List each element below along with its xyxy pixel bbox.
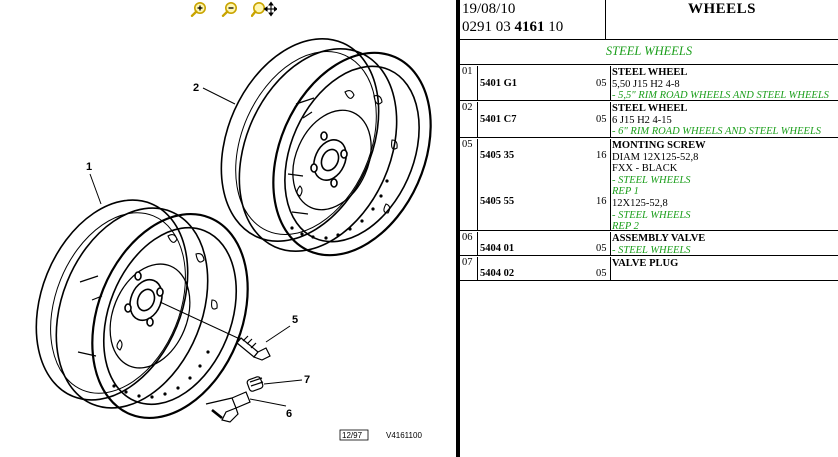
zoom-out-button[interactable]: [221, 1, 239, 18]
callout-6: 6: [286, 408, 292, 420]
part-reference[interactable]: 5404 02: [480, 268, 514, 279]
part-reference[interactable]: 5404 01: [480, 243, 514, 254]
part-description: ASSEMBLY VALVE - STEEL WHEELS: [612, 233, 705, 256]
row-number: 07: [462, 257, 473, 268]
part-name: VALVE PLUG: [612, 258, 679, 269]
parts-list-pane: 19/08/10 0291 03 4161 10 WHEELS STEEL WH…: [460, 0, 838, 457]
part-spec: 5,50 J15 H2 4-8: [612, 78, 680, 90]
wheel-exploded-drawing: 1 2 5 6 7 12/97 V4161100: [35, 38, 432, 441]
magnifier-minus-icon: [221, 2, 237, 18]
header-date: 19/08/10: [462, 1, 516, 17]
section-title: STEEL WHEELS: [605, 44, 693, 58]
callout-2: 2: [193, 82, 199, 94]
part-name: STEEL WHEEL: [612, 103, 688, 114]
sheet-ref: 12/97: [342, 431, 363, 440]
part-rep: REP 1: [612, 186, 639, 198]
magnifier-plus-icon: [190, 2, 206, 18]
part-name: ASSEMBLY VALVE: [612, 233, 706, 244]
part-spec: DIAM 12X125-52,8: [612, 151, 699, 163]
row-number: 02: [462, 102, 473, 113]
callout-7: 7: [304, 374, 310, 386]
header-reference: 0291 03 4161 10: [462, 19, 563, 36]
part-quantity: 05: [596, 243, 607, 254]
callout-5: 5: [292, 314, 298, 326]
drawing-code: V4161100: [386, 431, 422, 440]
part-application: - STEEL WHEELS: [612, 244, 691, 256]
part-spec-alt: 12X125-52,8: [612, 197, 668, 209]
part-application: - 5,5" RIM ROAD WHEELS AND STEEL WHEELS: [612, 90, 829, 102]
header-ref-bold: 4161: [514, 19, 545, 35]
magnifier-move-icon: [250, 1, 278, 18]
part-description: MONTING SCREW DIAM 12X125-52,8 FXX - BLA…: [612, 140, 706, 233]
zoom-in-button[interactable]: [190, 1, 208, 18]
part-quantity: 05: [596, 78, 607, 89]
header-ref-suffix: 10: [544, 19, 564, 35]
parts-row[interactable]: 06 5404 01 05 ASSEMBLY VALVE - STEEL WHE…: [460, 232, 838, 256]
part-quantity: 05: [596, 114, 607, 125]
part-description: STEEL WHEEL 5,50 J15 H2 4-8 - 5,5" RIM R…: [612, 67, 829, 102]
part-name: STEEL WHEEL: [612, 67, 688, 78]
part-finish: FXX - BLACK: [612, 163, 678, 175]
part-description: VALVE PLUG: [612, 258, 678, 270]
part-application: - STEEL WHEELS: [612, 174, 691, 186]
part-reference[interactable]: 5401 G1: [480, 78, 517, 89]
part-reference[interactable]: 5405 35: [480, 150, 514, 161]
parts-row[interactable]: 07 5404 02 05 VALVE PLUG: [460, 257, 838, 281]
part-reference-alt[interactable]: 5405 55: [480, 196, 514, 207]
row-number: 05: [462, 139, 473, 150]
part-name: MONTING SCREW: [612, 140, 706, 151]
part-reference[interactable]: 5401 C7: [480, 114, 516, 125]
section-header: STEEL WHEELS: [460, 41, 838, 65]
part-quantity-alt: 16: [596, 196, 607, 207]
zoom-toolbar: [0, 0, 456, 18]
row-number: 01: [462, 66, 473, 77]
callout-1: 1: [86, 161, 92, 173]
assembly-valve-6: [205, 391, 251, 423]
header-ref-prefix: 0291 03: [462, 19, 515, 35]
part-application: - 6" RIM ROAD WHEELS AND STEEL WHEELS: [612, 126, 822, 138]
parts-row[interactable]: 05 5405 35 16 5405 55 16 MONTING SCREW D…: [460, 139, 838, 233]
part-application-alt: - STEEL WHEELS: [612, 209, 691, 221]
mounting-screw-5: [236, 335, 271, 361]
parts-row[interactable]: 01 5401 G1 05 STEEL WHEEL 5,50 J15 H2 4-…: [460, 66, 838, 101]
steel-wheel-2: [220, 38, 432, 257]
row-number: 06: [462, 232, 473, 243]
part-quantity: 16: [596, 150, 607, 161]
part-rep-alt: REP 2: [612, 221, 639, 233]
zoom-pan-button[interactable]: [250, 1, 278, 18]
parts-header: 19/08/10 0291 03 4161 10 WHEELS: [460, 0, 838, 40]
part-description: STEEL WHEEL 6 J15 H2 4-15 - 6" RIM ROAD …: [612, 103, 821, 138]
valve-plug-7: [246, 376, 264, 392]
parts-row[interactable]: 02 5401 C7 05 STEEL WHEEL 6 J15 H2 4-15 …: [460, 102, 838, 138]
part-spec: 6 J15 H2 4-15: [612, 114, 672, 126]
diagram-pane: 1 2 5 6 7 12/97 V4161100: [0, 0, 456, 457]
page-title: WHEELS: [687, 1, 757, 17]
part-quantity: 05: [596, 268, 607, 279]
